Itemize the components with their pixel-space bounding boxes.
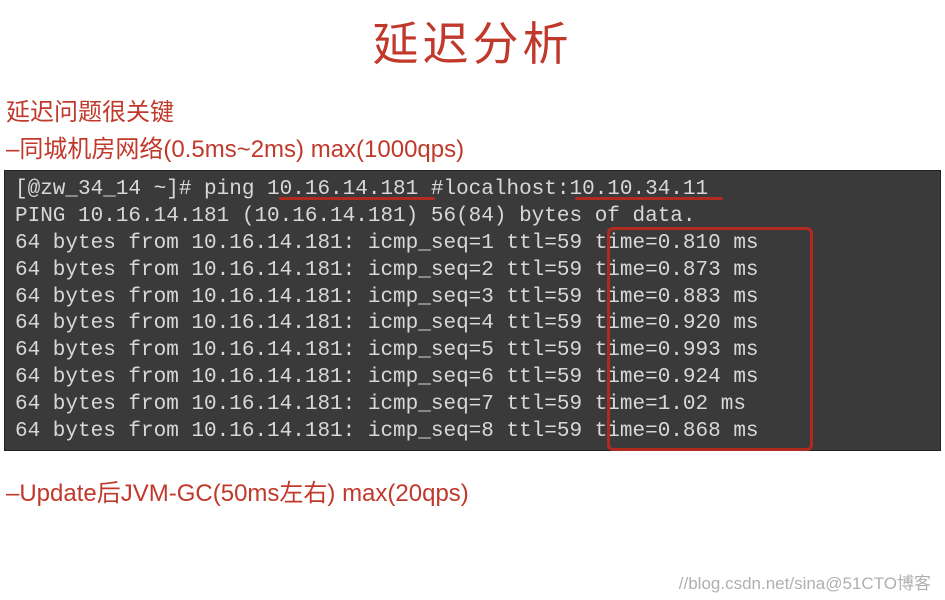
watermark: //blog.csdn.net/sina@51CTO博客	[679, 569, 931, 594]
subtitle-key: 延迟问题很关键	[6, 92, 945, 127]
subtitle-network: –同城机房网络(0.5ms~2ms) max(1000qps)	[6, 129, 945, 164]
page-title: 延迟分析	[0, 8, 945, 74]
underline-target-ip	[279, 197, 435, 200]
underline-localhost-ip	[575, 197, 723, 200]
terminal-command-line: [@zw_34_14 ~]# ping 10.16.14.181 #localh…	[15, 177, 932, 204]
terminal-output: [@zw_34_14 ~]# ping 10.16.14.181 #localh…	[4, 170, 941, 451]
highlight-time-box	[607, 227, 813, 451]
note-jvm-gc: –Update后JVM-GC(50ms左右) max(20qps)	[6, 473, 945, 508]
